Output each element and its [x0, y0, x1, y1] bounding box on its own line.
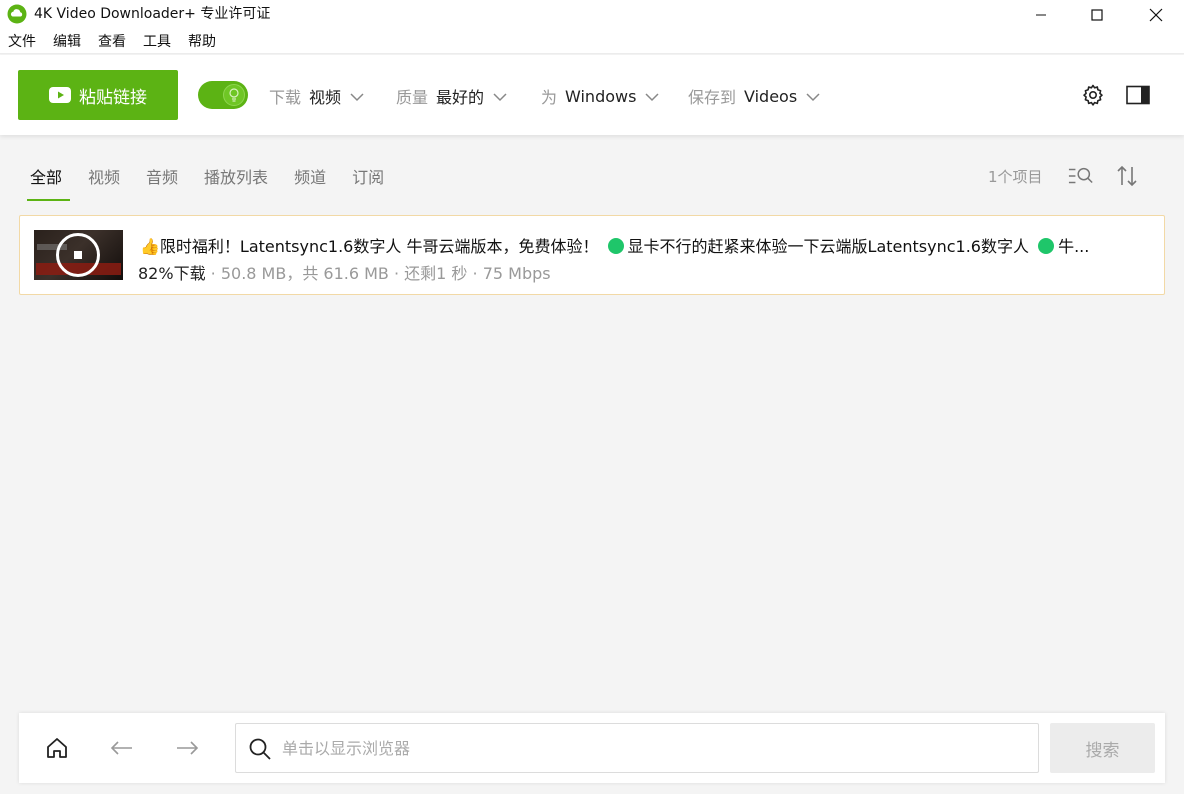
- window-title: 4K Video Downloader+ 专业许可证: [34, 6, 271, 22]
- tab-subscription[interactable]: 订阅: [352, 164, 384, 201]
- sort-icon[interactable]: [1114, 163, 1140, 189]
- green-circle-icon: [607, 238, 624, 254]
- download-details: · 50.8 MB，共 61.6 MB · 还剩1 秒 · 75 Mbps: [205, 264, 551, 283]
- title-bar: 4K Video Downloader+ 专业许可证: [0, 0, 1184, 30]
- search-input[interactable]: [282, 724, 1022, 772]
- lightbulb-icon: [223, 84, 245, 106]
- home-icon[interactable]: [44, 735, 70, 761]
- green-circle-icon: [1038, 238, 1055, 254]
- search-button[interactable]: 搜索: [1050, 723, 1155, 773]
- platform-label: 为: [541, 88, 558, 107]
- back-arrow-icon[interactable]: [109, 735, 135, 761]
- download-status: 82%下载 · 50.8 MB，共 61.6 MB · 还剩1 秒 · 75 M…: [138, 260, 551, 284]
- menu-view[interactable]: 查看: [98, 30, 126, 54]
- tab-playlist[interactable]: 播放列表: [204, 164, 268, 201]
- paste-link-button[interactable]: 粘贴链接: [18, 70, 178, 120]
- browser-search-box[interactable]: [235, 723, 1039, 773]
- chevron-down-icon: [644, 87, 660, 106]
- download-item[interactable]: 👍限时福利！Latentsync1.6数字人 牛哥云端版本，免费体验！ 显卡不行…: [19, 215, 1165, 295]
- item-count: 1个项目: [988, 168, 1043, 186]
- video-thumbnail: [34, 230, 123, 280]
- maximize-icon[interactable]: [1073, 0, 1121, 30]
- download-title: 👍限时福利！Latentsync1.6数字人 牛哥云端版本，免费体验！ 显卡不行…: [140, 237, 1090, 256]
- stop-icon[interactable]: [74, 251, 82, 259]
- tab-channel[interactable]: 频道: [294, 164, 326, 201]
- bottom-browser-bar: 搜索: [19, 713, 1165, 783]
- tab-audio[interactable]: 音频: [146, 164, 178, 201]
- sidebar-toggle-icon[interactable]: [1125, 82, 1151, 108]
- menu-bar: 文件 编辑 查看 工具 帮助: [0, 30, 1184, 54]
- quality-value: 最好的: [436, 88, 485, 107]
- chevron-down-icon: [805, 87, 821, 106]
- platform-dropdown[interactable]: 为 Windows: [541, 84, 660, 108]
- filter-tabs: 全部 视频 音频 播放列表 频道 订阅: [26, 164, 410, 201]
- chevron-down-icon: [349, 87, 365, 106]
- quality-dropdown[interactable]: 质量 最好的: [396, 84, 508, 108]
- download-type-dropdown[interactable]: 下载 视频: [269, 84, 365, 108]
- gear-icon[interactable]: [1080, 82, 1106, 108]
- download-type-value: 视频: [309, 88, 342, 107]
- smart-mode-toggle[interactable]: [198, 81, 248, 109]
- download-progress: 82%下载: [138, 264, 206, 283]
- toolbar: 粘贴链接 下载 视频 质量 最好的 为 Windows 保存到 Videos: [0, 55, 1184, 135]
- paste-link-label: 粘贴链接: [79, 87, 147, 108]
- menu-edit[interactable]: 编辑: [53, 30, 81, 54]
- chevron-down-icon: [492, 87, 508, 106]
- menu-file[interactable]: 文件: [8, 30, 36, 54]
- download-type-label: 下载: [269, 88, 302, 107]
- save-location-value: Videos: [744, 86, 798, 106]
- menu-tools[interactable]: 工具: [143, 30, 171, 54]
- save-location-label: 保存到: [688, 88, 737, 107]
- tab-all[interactable]: 全部: [26, 164, 71, 201]
- tab-video[interactable]: 视频: [88, 164, 120, 201]
- menu-help[interactable]: 帮助: [188, 30, 216, 54]
- close-icon[interactable]: [1132, 0, 1180, 30]
- quality-label: 质量: [396, 88, 429, 107]
- platform-value: Windows: [565, 86, 637, 106]
- forward-arrow-icon[interactable]: [174, 735, 200, 761]
- minimize-icon[interactable]: [1017, 0, 1065, 30]
- youtube-icon: [49, 87, 71, 103]
- search-icon: [248, 737, 272, 761]
- search-list-icon[interactable]: [1068, 163, 1094, 189]
- save-location-dropdown[interactable]: 保存到 Videos: [688, 84, 821, 108]
- app-logo-icon: [7, 4, 27, 24]
